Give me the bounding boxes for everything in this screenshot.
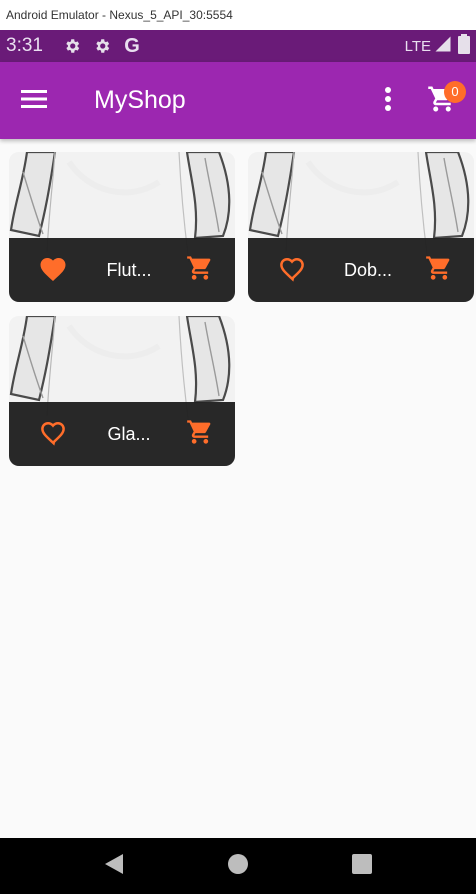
home-button[interactable] <box>176 838 300 894</box>
battery-icon <box>458 34 470 58</box>
product-grid: Flut... Dob... Gla... <box>9 152 474 466</box>
menu-button[interactable] <box>4 71 64 131</box>
heart-outline-icon <box>38 418 68 450</box>
favorite-button[interactable] <box>23 238 83 302</box>
product-footer: Flut... <box>9 238 235 302</box>
add-to-cart-button[interactable] <box>175 402 225 466</box>
product-card[interactable]: Flut... <box>9 152 235 302</box>
heart-filled-icon <box>38 254 68 286</box>
product-card[interactable]: Gla... <box>9 316 235 466</box>
signal-icon <box>434 35 452 57</box>
gear-icon <box>91 35 113 57</box>
add-shopping-cart-icon <box>186 254 214 286</box>
add-to-cart-button[interactable] <box>175 238 225 302</box>
cart-count-badge: 0 <box>444 80 466 103</box>
google-g-icon: G <box>124 34 140 57</box>
status-time: 3:31 <box>6 35 43 56</box>
add-shopping-cart-icon <box>425 254 453 286</box>
hamburger-menu-icon <box>21 89 47 113</box>
back-button[interactable] <box>52 838 176 894</box>
product-footer: Gla... <box>9 402 235 466</box>
status-bar: 3:31 G LTE <box>0 30 476 62</box>
product-title: Gla... <box>107 423 151 444</box>
heart-outline-icon <box>277 254 307 286</box>
cart-button[interactable]: 0 <box>414 71 470 131</box>
back-icon <box>103 852 125 880</box>
home-icon <box>227 853 249 879</box>
add-shopping-cart-icon <box>186 418 214 450</box>
page-title: MyShop <box>94 86 186 114</box>
recents-button[interactable] <box>300 838 424 894</box>
favorite-button[interactable] <box>262 238 322 302</box>
system-nav-bar <box>0 838 476 894</box>
product-title: Dob... <box>343 259 393 280</box>
network-type: LTE <box>404 37 431 55</box>
product-footer: Dob... <box>248 238 474 302</box>
add-to-cart-button[interactable] <box>414 238 464 302</box>
favorite-button[interactable] <box>23 402 83 466</box>
emulator-window-title: Android Emulator - Nexus_5_API_30:5554 <box>0 0 476 30</box>
product-card[interactable]: Dob... <box>248 152 474 302</box>
more-vert-icon <box>384 86 392 115</box>
recents-icon <box>352 854 372 878</box>
app-bar: MyShop 0 <box>0 62 476 139</box>
product-title: Flut... <box>106 259 152 280</box>
more-options-button[interactable] <box>368 71 408 131</box>
gear-icon <box>61 35 83 57</box>
